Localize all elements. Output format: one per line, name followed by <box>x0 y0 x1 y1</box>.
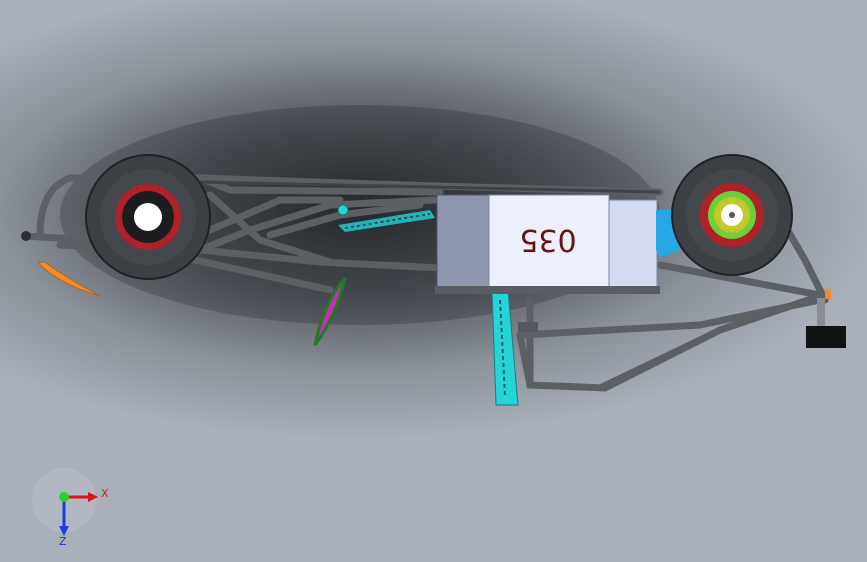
orientation-triad[interactable]: X Z <box>32 468 109 548</box>
nose-cap <box>21 231 31 241</box>
z-axis-label: Z <box>59 535 67 548</box>
front-wheel[interactable] <box>85 154 211 280</box>
car-chassis-model[interactable]: 035 X Z <box>0 0 867 562</box>
car-number: 035 <box>519 222 576 257</box>
cad-viewport[interactable]: 035 X Z <box>0 0 867 562</box>
rear-wheel[interactable] <box>671 154 793 276</box>
y-axis-dot <box>59 492 69 502</box>
x-axis-label: X <box>101 487 109 500</box>
front-wing-orange <box>37 261 101 297</box>
front-hub <box>134 203 162 231</box>
